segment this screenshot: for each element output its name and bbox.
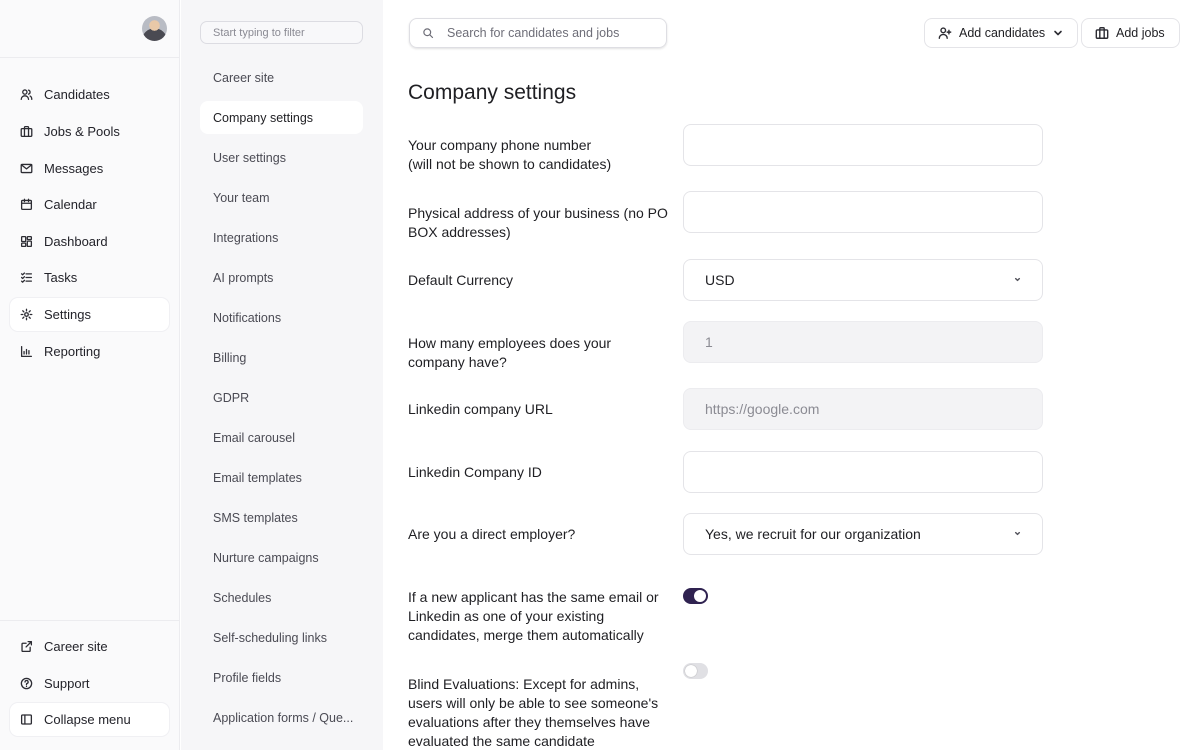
sidebar-divider: [0, 620, 180, 621]
gear-icon: [20, 308, 33, 321]
users-icon: [20, 89, 33, 101]
sidebar-item-label: Career site: [44, 639, 108, 654]
sidebar-item-dashboard[interactable]: Dashboard: [10, 225, 169, 258]
toggle-knob: [694, 590, 706, 602]
blind-evaluations-toggle[interactable]: [683, 663, 708, 679]
merge-label: If a new applicant has the same email or…: [408, 589, 659, 643]
sidebar-item-calendar[interactable]: Calendar: [10, 188, 169, 221]
sidebar-item-label: Tasks: [44, 270, 78, 285]
subnav-item-profile-fields[interactable]: Profile fields: [200, 661, 363, 694]
address-label: Physical address of your business (no PO…: [408, 205, 668, 240]
subnav-item-email-carousel[interactable]: Email carousel: [200, 421, 363, 454]
employees-label: How many employees does your company hav…: [408, 335, 612, 370]
global-search-input[interactable]: Search for candidates and jobs: [409, 18, 667, 48]
subnav-item-nurture-campaigns[interactable]: Nurture campaigns: [200, 541, 363, 574]
subnav-item-integrations[interactable]: Integrations: [200, 221, 363, 254]
subnav-filter-input[interactable]: Start typing to filter: [200, 21, 363, 44]
search-placeholder: Search for candidates and jobs: [447, 26, 620, 40]
add-jobs-label: Add jobs: [1116, 26, 1165, 40]
chevron-down-icon: [1014, 531, 1021, 536]
subnav-item-gdpr[interactable]: GDPR: [200, 381, 363, 414]
direct-employer-label: Are you a direct employer?: [408, 526, 576, 542]
currency-label: Default Currency: [408, 272, 514, 288]
subnav-item-your-team[interactable]: Your team: [200, 181, 363, 214]
mail-icon: [20, 163, 33, 174]
currency-value: USD: [705, 272, 735, 288]
chart-icon: [20, 345, 33, 358]
main-content: Search for candidates and jobs Add candi…: [383, 0, 1200, 750]
sidebar-item-label: Jobs & Pools: [44, 124, 120, 139]
add-candidates-button[interactable]: Add candidates: [924, 18, 1079, 48]
sidebar-item-label: Dashboard: [44, 234, 108, 249]
sidebar-item-jobs[interactable]: Jobs & Pools: [10, 115, 169, 148]
sidebar-item-reporting[interactable]: Reporting: [10, 335, 169, 368]
sidebar-item-label: Candidates: [44, 87, 110, 102]
phone-label-line1: Your company phone number: [408, 137, 592, 153]
toggle-knob: [685, 665, 697, 677]
briefcase-icon: [20, 125, 33, 138]
avatar[interactable]: [142, 16, 167, 41]
calendar-icon: [20, 198, 33, 211]
help-icon: [20, 677, 33, 690]
subnav-item-schedules[interactable]: Schedules: [200, 581, 363, 614]
sidebar-item-label: Support: [44, 676, 90, 691]
main-sidebar: Candidates Jobs & Pools Messages Calenda…: [0, 0, 180, 750]
subnav-item-application-forms[interactable]: Application forms / Que...: [200, 701, 363, 734]
briefcase-icon: [1095, 27, 1109, 39]
subnav-item-user-settings[interactable]: User settings: [200, 141, 363, 174]
address-input[interactable]: [683, 191, 1043, 233]
phone-label: Your company phone number (will not be s…: [408, 136, 670, 174]
linkedin-id-label: Linkedin Company ID: [408, 464, 542, 480]
settings-subnav: Start typing to filter Career site Compa…: [181, 0, 383, 750]
sidebar-item-collapse-menu[interactable]: Collapse menu: [10, 703, 169, 736]
sidebar-item-support[interactable]: Support: [10, 667, 169, 700]
page-title: Company settings: [408, 81, 577, 104]
external-link-icon: [21, 640, 33, 653]
add-candidates-label: Add candidates: [959, 26, 1046, 40]
phone-input[interactable]: [683, 124, 1043, 166]
sidebar-item-label: Messages: [44, 161, 104, 176]
employees-input[interactable]: 1: [683, 321, 1043, 363]
subnav-item-sms-templates[interactable]: SMS templates: [200, 501, 363, 534]
sidebar-item-label: Reporting: [44, 344, 101, 359]
sidebar-item-settings[interactable]: Settings: [10, 298, 169, 331]
sidebar-collapse-icon: [20, 714, 33, 725]
subnav-item-career-site[interactable]: Career site: [200, 61, 363, 94]
phone-label-line2: (will not be shown to candidates): [408, 156, 612, 172]
subnav-item-company-settings[interactable]: Company settings: [200, 101, 363, 134]
subnav-item-email-templates[interactable]: Email templates: [200, 461, 363, 494]
linkedin-id-input[interactable]: [683, 451, 1043, 493]
direct-employer-select[interactable]: Yes, we recruit for our organization: [683, 513, 1043, 555]
sidebar-header: [0, 0, 179, 58]
currency-select[interactable]: USD: [683, 259, 1043, 301]
search-icon: [423, 28, 434, 39]
sidebar-item-messages[interactable]: Messages: [10, 152, 169, 185]
add-jobs-button[interactable]: Add jobs: [1081, 18, 1180, 48]
chevron-down-icon: [1054, 30, 1062, 36]
subnav-item-ai-prompts[interactable]: AI prompts: [200, 261, 363, 294]
sidebar-item-tasks[interactable]: Tasks: [10, 261, 169, 294]
sidebar-item-label: Settings: [44, 307, 91, 322]
sidebar-item-label: Collapse menu: [44, 712, 131, 727]
subnav-item-notifications[interactable]: Notifications: [200, 301, 363, 334]
linkedin-url-label: Linkedin company URL: [408, 401, 553, 417]
dashboard-icon: [20, 235, 33, 248]
user-plus-icon: [938, 27, 952, 39]
direct-employer-value: Yes, we recruit for our organization: [705, 526, 921, 542]
merge-toggle[interactable]: [683, 588, 708, 604]
linkedin-url-input[interactable]: https://google.com: [683, 388, 1043, 430]
sidebar-item-career-site[interactable]: Career site: [10, 630, 169, 663]
blind-evaluations-label: Blind Evaluations: Except for admins, us…: [408, 676, 659, 749]
subnav-item-billing[interactable]: Billing: [200, 341, 363, 374]
sidebar-item-candidates[interactable]: Candidates: [10, 78, 169, 111]
chevron-down-icon: [1014, 277, 1021, 282]
checklist-icon: [20, 272, 33, 283]
subnav-item-self-scheduling-links[interactable]: Self-scheduling links: [200, 621, 363, 654]
sidebar-item-label: Calendar: [44, 197, 97, 212]
